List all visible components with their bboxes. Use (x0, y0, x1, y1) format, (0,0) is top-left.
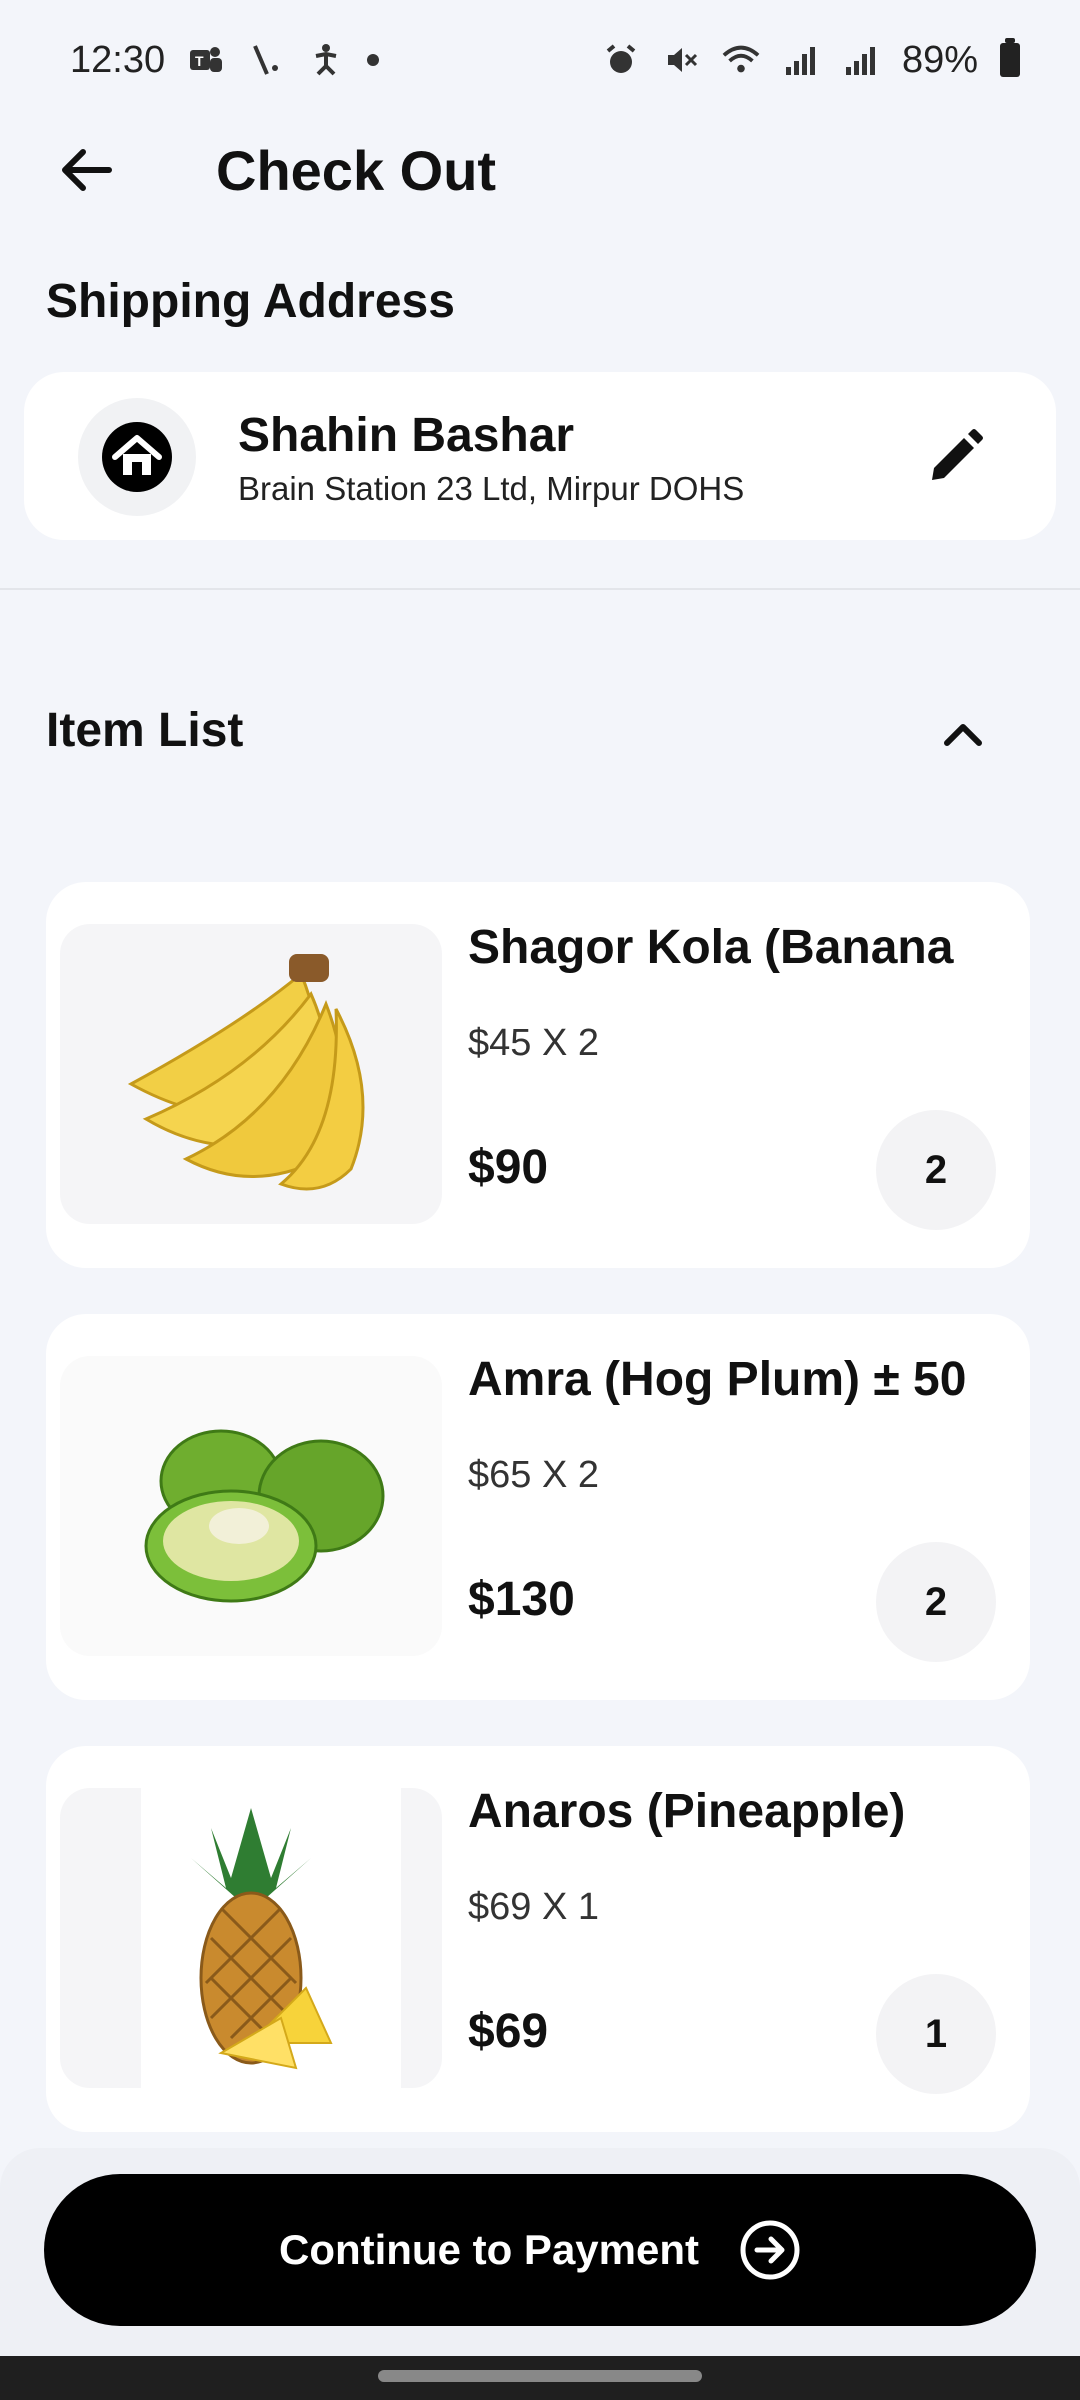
system-nav-bar (0, 2356, 1080, 2400)
item-list-title: Item List (46, 704, 244, 757)
divider (0, 588, 1080, 590)
continue-to-payment-button[interactable]: Continue to Payment (44, 2174, 1036, 2326)
mute-icon (662, 41, 700, 79)
hog-plum-image (60, 1356, 442, 1656)
battery-percent: 89% (901, 38, 978, 81)
status-left: 12:30 T (70, 38, 380, 82)
item-unit-price: $45 X 2 (468, 1022, 599, 1064)
svg-text:T: T (195, 53, 204, 69)
status-time: 12:30 (70, 38, 166, 81)
cart-item[interactable]: Anaros (Pineapple) $69 X 1 $69 1 (46, 1746, 1030, 2132)
collapse-items-button[interactable] (930, 700, 996, 766)
alarm-icon (602, 41, 640, 79)
battery-icon (1000, 38, 1020, 77)
item-name: Anaros (Pineapple) (468, 1785, 906, 1838)
banana-image (60, 924, 442, 1224)
slash-icon (247, 41, 285, 79)
dot-icon (367, 54, 380, 66)
status-right: 89% (602, 38, 1020, 82)
recipient-address: Brain Station 23 Ltd, Mirpur DOHS (238, 470, 745, 507)
accessibility-icon (307, 41, 345, 79)
home-icon-container (78, 398, 196, 516)
quantity-badge[interactable]: 2 (876, 1110, 996, 1230)
page-title: Check Out (216, 139, 497, 202)
quantity-badge[interactable]: 1 (876, 1974, 996, 2094)
cart-item[interactable]: Amra (Hog Plum) ± 50 $65 X 2 $130 2 (46, 1314, 1030, 1700)
signal-icon (842, 41, 880, 79)
edit-address-button[interactable] (922, 424, 988, 490)
pineapple-image (60, 1788, 442, 2088)
shipping-address-title: Shipping Address (46, 275, 455, 328)
item-unit-price: $65 X 2 (468, 1454, 599, 1496)
item-name: Shagor Kola (Banana (468, 921, 954, 974)
home-icon (102, 422, 172, 492)
quantity-badge[interactable]: 2 (876, 1542, 996, 1662)
teams-icon: T (187, 41, 225, 79)
recipient-name: Shahin Bashar (238, 409, 575, 462)
home-gesture-handle[interactable] (378, 2370, 702, 2382)
arrow-right-circle-icon (740, 2220, 800, 2280)
app-header: Check Out (0, 120, 1080, 220)
wifi-icon (722, 41, 760, 79)
item-total: $130 (468, 1573, 575, 1626)
address-card: Shahin Bashar Brain Station 23 Ltd, Mirp… (24, 372, 1056, 540)
signal-icon (782, 41, 820, 79)
item-unit-price: $69 X 1 (468, 1886, 599, 1928)
cart-item[interactable]: Shagor Kola (Banana $45 X 2 $90 2 (46, 882, 1030, 1268)
continue-to-payment-label: Continue to Payment (278, 2226, 700, 2273)
chevron-up-icon (944, 724, 982, 746)
pencil-icon (932, 429, 983, 480)
item-total: $90 (468, 1141, 549, 1194)
back-button[interactable] (50, 140, 120, 200)
item-total: $69 (468, 2005, 549, 2058)
status-bar: 12:30 T 89% (0, 0, 1080, 120)
arrow-left-icon (62, 149, 112, 191)
item-name: Amra (Hog Plum) ± 50 (468, 1353, 967, 1406)
